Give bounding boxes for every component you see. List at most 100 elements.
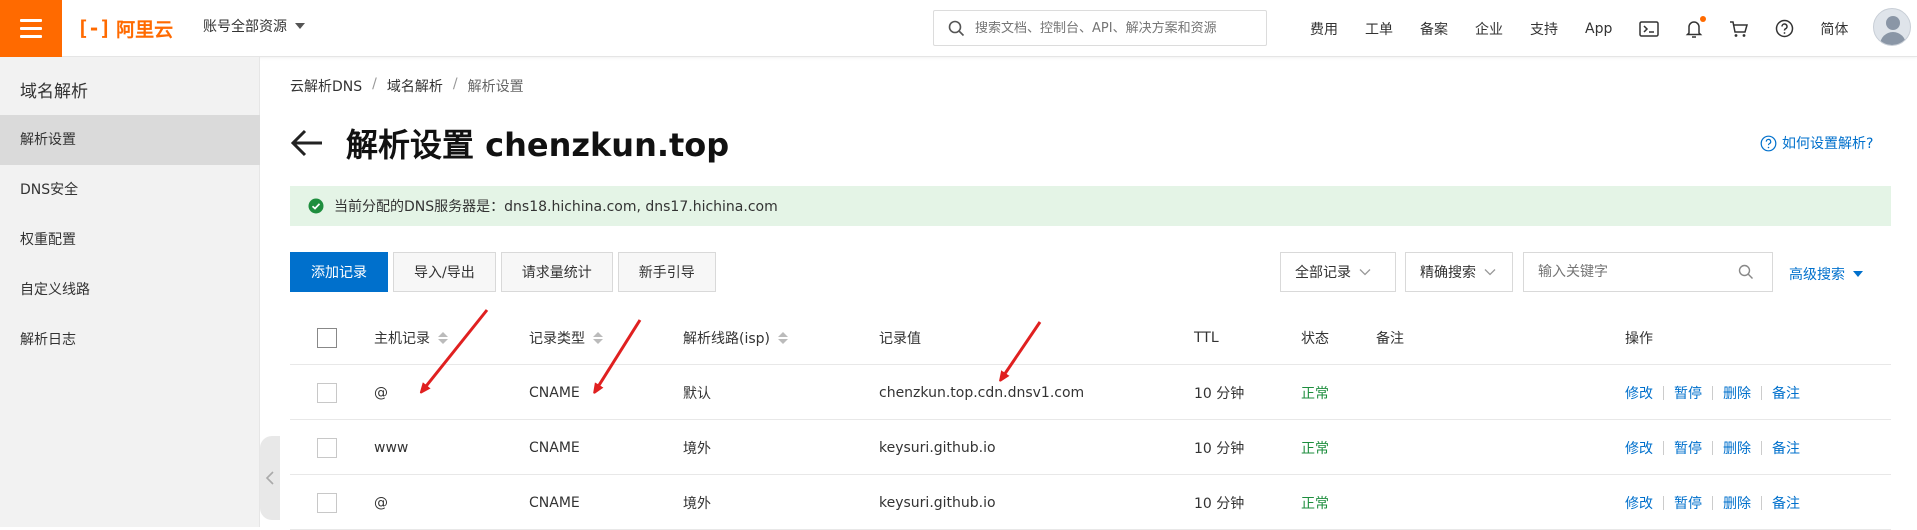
row-checkbox[interactable] bbox=[317, 382, 337, 403]
col-host-header[interactable]: 主机记录 bbox=[374, 310, 448, 365]
sidebar-item-weight-config[interactable]: 权重配置 bbox=[0, 215, 260, 265]
pause-link[interactable]: 暂停 bbox=[1674, 438, 1702, 458]
import-export-button[interactable]: 导入/导出 bbox=[393, 252, 496, 292]
col-ttl-header: TTL bbox=[1194, 329, 1219, 346]
search-icon[interactable] bbox=[1738, 264, 1754, 280]
cell-type: CNAME bbox=[529, 384, 580, 401]
col-remark-header: 备注 bbox=[1376, 330, 1404, 347]
help-how-to-resolve-link[interactable]: 如何设置解析? bbox=[1760, 133, 1873, 153]
breadcrumb-current: 解析设置 bbox=[467, 79, 524, 95]
cell-host: www bbox=[374, 439, 409, 456]
aliyun-logo[interactable]: [-] 阿里云 bbox=[77, 13, 173, 43]
remark-link[interactable]: 备注 bbox=[1772, 493, 1800, 513]
page-header: 解析设置 chenzkun.top bbox=[290, 120, 729, 166]
cell-value: chenzkun.top.cdn.dnsv1.com bbox=[879, 384, 1085, 401]
logo-text: 阿里云 bbox=[116, 18, 174, 41]
terminal-icon[interactable] bbox=[1639, 20, 1660, 38]
row-actions: 修改 暂停 删除 备注 bbox=[1625, 365, 1800, 420]
sidebar-item-custom-line[interactable]: 自定义线路 bbox=[0, 265, 260, 315]
bell-icon[interactable] bbox=[1685, 15, 1707, 39]
chevron-down-icon bbox=[295, 23, 305, 29]
col-line-header[interactable]: 解析线路(isp) bbox=[683, 310, 788, 365]
dns-server-notice: 当前分配的DNS服务器是：dns18.hichina.com, dns17.hi… bbox=[290, 186, 1891, 226]
col-type-label: 记录类型 bbox=[529, 330, 585, 347]
search-mode-select[interactable]: 精确搜索 bbox=[1405, 252, 1513, 292]
remark-link[interactable]: 备注 bbox=[1772, 383, 1800, 403]
language-switch[interactable]: 简体 bbox=[1820, 19, 1848, 39]
select-all-checkbox[interactable] bbox=[317, 327, 337, 348]
nav-icp[interactable]: 备案 bbox=[1420, 19, 1448, 39]
nav-tickets[interactable]: 工单 bbox=[1365, 19, 1393, 39]
sidebar-item-dns-security[interactable]: DNS安全 bbox=[0, 165, 260, 215]
account-label: 账号全部资源 bbox=[203, 19, 287, 35]
table-row: @ CNAME 默认 chenzkun.top.cdn.dnsv1.com 10… bbox=[290, 365, 1891, 420]
edit-link[interactable]: 修改 bbox=[1625, 383, 1653, 403]
row-checkbox[interactable] bbox=[317, 492, 337, 513]
back-arrow-icon[interactable] bbox=[290, 128, 324, 158]
delete-link[interactable]: 删除 bbox=[1723, 438, 1751, 458]
sort-icon bbox=[438, 331, 448, 344]
chevron-down-icon bbox=[1484, 269, 1496, 276]
row-actions: 修改 暂停 删除 备注 bbox=[1625, 475, 1800, 530]
col-line-label: 解析线路(isp) bbox=[683, 330, 770, 347]
table-row: @ CNAME 境外 keysuri.github.io 10 分钟 正常 修改… bbox=[290, 475, 1891, 530]
record-filter-select[interactable]: 全部记录 bbox=[1280, 252, 1396, 292]
edit-link[interactable]: 修改 bbox=[1625, 493, 1653, 513]
sidebar-item-resolve-settings[interactable]: 解析设置 bbox=[0, 115, 260, 165]
global-search[interactable] bbox=[933, 10, 1267, 46]
nav-app[interactable]: App bbox=[1585, 21, 1612, 37]
delete-link[interactable]: 删除 bbox=[1723, 493, 1751, 513]
cell-type: CNAME bbox=[529, 439, 580, 456]
delete-link[interactable]: 删除 bbox=[1723, 383, 1751, 403]
menu-toggle-button[interactable] bbox=[0, 0, 62, 57]
page-title: 解析设置 chenzkun.top bbox=[346, 126, 730, 164]
question-circle-icon bbox=[1760, 135, 1777, 151]
sort-icon bbox=[593, 331, 603, 344]
nav-enterprise[interactable]: 企业 bbox=[1475, 19, 1503, 39]
caret-down-icon bbox=[1853, 271, 1863, 277]
nav-billing[interactable]: 费用 bbox=[1310, 19, 1338, 39]
pause-link[interactable]: 暂停 bbox=[1674, 383, 1702, 403]
col-value-header: 记录值 bbox=[879, 330, 921, 347]
cell-ttl: 10 分钟 bbox=[1194, 385, 1245, 402]
cell-ttl: 10 分钟 bbox=[1194, 495, 1245, 512]
cell-status: 正常 bbox=[1301, 495, 1329, 512]
cell-line: 境外 bbox=[683, 440, 711, 457]
edit-link[interactable]: 修改 bbox=[1625, 438, 1653, 458]
table-header-row: 主机记录 记录类型 解析线路(isp) 记录值 TTL 状态 备注 操作 bbox=[290, 310, 1891, 365]
cell-line: 境外 bbox=[683, 495, 711, 512]
toolbar: 添加记录 导入/导出 请求量统计 新手引导 bbox=[290, 252, 716, 292]
pause-link[interactable]: 暂停 bbox=[1674, 493, 1702, 513]
sidebar: 域名解析 解析设置 DNS安全 权重配置 自定义线路 解析日志 bbox=[0, 57, 260, 527]
user-avatar[interactable] bbox=[1873, 8, 1911, 46]
cell-value: keysuri.github.io bbox=[879, 494, 996, 511]
keyword-input[interactable] bbox=[1538, 264, 1738, 280]
beginner-guide-button[interactable]: 新手引导 bbox=[617, 252, 716, 292]
request-stats-button[interactable]: 请求量统计 bbox=[500, 252, 613, 292]
advanced-search-toggle[interactable]: 高级搜索 bbox=[1789, 264, 1863, 284]
keyword-search-box[interactable] bbox=[1523, 252, 1773, 292]
col-ops-header: 操作 bbox=[1625, 330, 1653, 347]
breadcrumb-domain-resolve[interactable]: 域名解析 bbox=[387, 76, 443, 96]
top-nav: 费用 工单 备案 企业 支持 App 简体 bbox=[1310, 0, 1875, 57]
logo-mark-icon: [-] bbox=[77, 16, 111, 40]
remark-link[interactable]: 备注 bbox=[1772, 438, 1800, 458]
nav-support[interactable]: 支持 bbox=[1530, 19, 1558, 39]
cell-value: keysuri.github.io bbox=[879, 439, 996, 456]
cart-icon[interactable] bbox=[1729, 20, 1749, 38]
sidebar-item-resolve-log[interactable]: 解析日志 bbox=[0, 315, 260, 365]
add-record-button[interactable]: 添加记录 bbox=[290, 252, 388, 292]
notification-dot bbox=[1700, 15, 1707, 22]
help-icon[interactable] bbox=[1775, 19, 1794, 38]
breadcrumb-dns[interactable]: 云解析DNS bbox=[290, 76, 362, 96]
row-checkbox[interactable] bbox=[317, 437, 337, 458]
col-type-header[interactable]: 记录类型 bbox=[529, 310, 603, 365]
sidebar-collapse-handle[interactable] bbox=[260, 436, 280, 520]
global-search-input[interactable] bbox=[975, 20, 1255, 36]
table-row: www CNAME 境外 keysuri.github.io 10 分钟 正常 … bbox=[290, 420, 1891, 475]
account-resource-dropdown[interactable]: 账号全部资源 bbox=[203, 16, 305, 36]
top-bar: [-] 阿里云 账号全部资源 费用 工单 备案 企业 支持 App 简体 bbox=[0, 0, 1917, 57]
notice-text: 当前分配的DNS服务器是：dns18.hichina.com, dns17.hi… bbox=[334, 199, 778, 215]
record-filter-value: 全部记录 bbox=[1295, 265, 1351, 281]
cell-type: CNAME bbox=[529, 494, 580, 511]
